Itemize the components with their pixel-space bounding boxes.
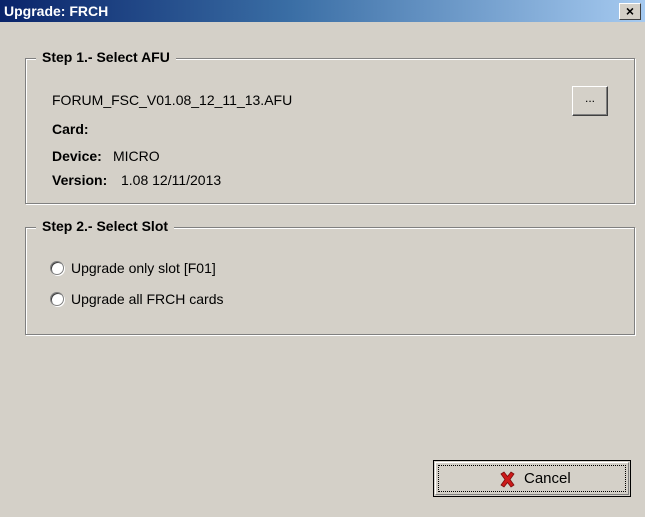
device-label: Device: bbox=[52, 148, 102, 164]
window-title: Upgrade: FRCH bbox=[4, 3, 109, 19]
browse-button-label: ... bbox=[584, 91, 595, 105]
device-value: MICRO bbox=[113, 148, 160, 164]
version-label: Version: bbox=[52, 172, 108, 188]
step1-legend: Step 1.- Select AFU bbox=[36, 49, 176, 65]
radio-label[interactable]: Upgrade only slot [F01] bbox=[71, 260, 216, 276]
radio-button[interactable] bbox=[50, 261, 64, 275]
cancel-button[interactable]: Cancel bbox=[433, 460, 631, 497]
radio-label[interactable]: Upgrade all FRCH cards bbox=[71, 291, 224, 307]
title-bar[interactable]: Upgrade: FRCH × bbox=[0, 0, 645, 22]
version-value: 1.08 12/11/2013 bbox=[121, 172, 222, 188]
close-icon: × bbox=[625, 3, 635, 19]
browse-button[interactable]: ... bbox=[572, 86, 608, 116]
cancel-button-label: Cancel bbox=[524, 470, 571, 487]
afu-filename: FORUM_FSC_V01.08_12_11_13.AFU bbox=[52, 92, 293, 108]
step2-groupbox: Step 2.- Select Slot bbox=[25, 218, 635, 335]
close-button[interactable]: × bbox=[619, 3, 641, 20]
step1-groupbox: Step 1.- Select AFU bbox=[25, 49, 635, 204]
radio-button[interactable] bbox=[50, 292, 64, 306]
red-x-icon bbox=[500, 471, 515, 488]
card-label: Card: bbox=[52, 121, 89, 137]
step2-legend: Step 2.- Select Slot bbox=[36, 218, 175, 234]
